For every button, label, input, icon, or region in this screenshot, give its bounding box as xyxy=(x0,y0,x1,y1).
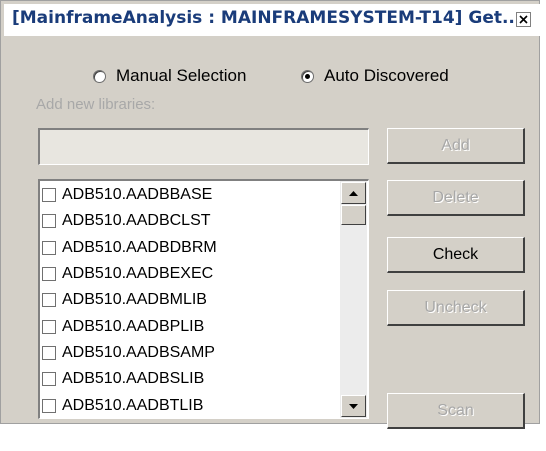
library-checkbox[interactable] xyxy=(42,372,56,387)
library-list-item[interactable]: ADB510.AADBCLST xyxy=(41,208,341,234)
library-checkbox[interactable] xyxy=(42,188,56,203)
library-name: ADB510.AADBPLIB xyxy=(62,317,205,335)
scan-button[interactable]: Scan xyxy=(387,393,525,429)
library-checkbox[interactable] xyxy=(42,240,56,255)
uncheck-button[interactable]: Uncheck xyxy=(387,290,525,326)
library-list: ADB510.AADBBASE ADB510.AADBCLST ADB510.A… xyxy=(41,182,341,418)
arrow-up-icon xyxy=(349,184,358,202)
close-button[interactable] xyxy=(516,12,531,27)
window-title: [MainframeAnalysis : MAINFRAMESYSTEM-T14… xyxy=(12,8,522,28)
library-checkbox[interactable] xyxy=(42,345,56,360)
radio-label-auto: Auto Discovered xyxy=(324,66,449,85)
close-icon xyxy=(519,15,528,24)
library-name: ADB510.AADBMLIB xyxy=(62,291,207,309)
scroll-thumb[interactable] xyxy=(341,205,366,225)
dialog-window: [MainframeAnalysis : MAINFRAMESYSTEM-T14… xyxy=(0,0,540,429)
library-name: ADB510.AADBCLST xyxy=(62,212,211,230)
library-checkbox[interactable] xyxy=(42,319,56,334)
library-checkbox[interactable] xyxy=(42,398,56,413)
library-list-item[interactable]: ADB510.AADBSLIB xyxy=(41,366,341,392)
new-library-input[interactable] xyxy=(38,128,369,165)
library-checkbox[interactable] xyxy=(42,214,56,229)
library-name: ADB510.AADBDBRM xyxy=(62,238,217,256)
library-listbox[interactable]: ADB510.AADBBASE ADB510.AADBCLST ADB510.A… xyxy=(38,179,369,419)
library-list-item[interactable]: ADB510.AADBSAMP xyxy=(41,340,341,366)
library-name: ADB510.AADBSLIB xyxy=(62,370,205,388)
radio-manual-selection[interactable]: Manual Selection xyxy=(93,65,246,87)
check-button[interactable]: Check xyxy=(387,237,525,273)
library-list-item[interactable]: ADB510.AADBTLIB xyxy=(41,392,341,418)
radio-label-manual: Manual Selection xyxy=(116,66,247,85)
scroll-down-button[interactable] xyxy=(341,395,366,417)
library-name: ADB510.AADBSAMP xyxy=(62,343,215,361)
vertical-scrollbar[interactable] xyxy=(340,181,367,418)
scroll-up-button[interactable] xyxy=(341,182,366,204)
radio-auto-discovered[interactable]: Auto Discovered xyxy=(301,65,449,87)
add-button[interactable]: Add xyxy=(387,128,525,164)
library-list-item[interactable]: ADB510.AADBMLIB xyxy=(41,287,341,313)
library-list-item[interactable]: ADB510.AADBPLIB xyxy=(41,313,341,339)
library-list-item[interactable]: ADB510.AADBBASE xyxy=(41,182,341,208)
radio-button-auto[interactable] xyxy=(301,69,314,83)
library-checkbox[interactable] xyxy=(42,293,56,308)
library-list-item[interactable]: ADB510.AADBEXEC xyxy=(41,261,341,287)
library-list-item[interactable]: ADB510.AADBDBRM xyxy=(41,235,341,261)
library-name: ADB510.AADBEXEC xyxy=(62,265,214,283)
library-checkbox[interactable] xyxy=(42,267,56,282)
library-name: ADB510.AADBBASE xyxy=(62,186,213,204)
arrow-down-icon xyxy=(349,397,358,415)
library-name: ADB510.AADBTLIB xyxy=(62,396,204,414)
add-libraries-label: Add new libraries: xyxy=(36,96,156,113)
title-bar: [MainframeAnalysis : MAINFRAMESYSTEM-T14… xyxy=(4,4,540,36)
delete-button[interactable]: Delete xyxy=(387,180,525,216)
radio-button-manual[interactable] xyxy=(93,69,106,83)
